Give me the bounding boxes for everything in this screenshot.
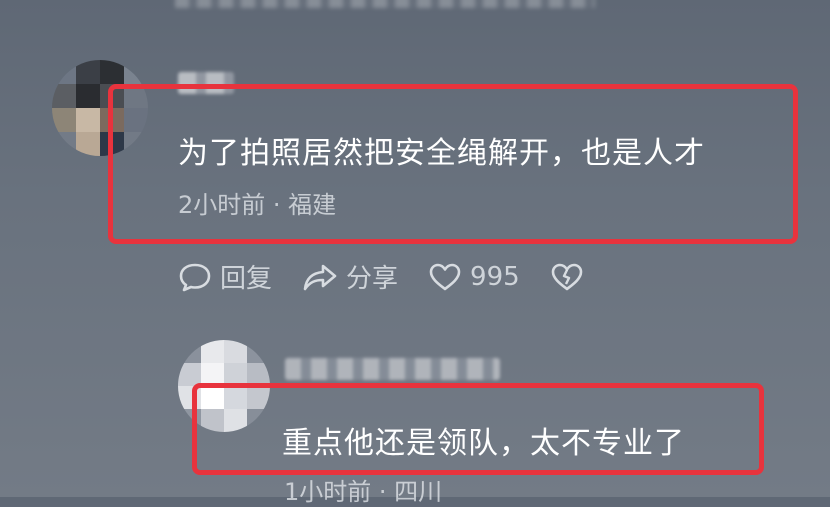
share-button[interactable]: 分享 <box>302 258 398 295</box>
speech-bubble-icon <box>179 263 211 291</box>
reply-time-location: 1小时前 · 四川 <box>284 478 443 506</box>
reply-button[interactable]: 回复 <box>178 258 272 295</box>
share-label: 分享 <box>346 264 399 294</box>
like-count: 995 <box>470 261 520 292</box>
broken-heart-icon <box>551 263 582 290</box>
like-button[interactable]: 995 <box>428 262 520 292</box>
blurred-previous-content <box>175 0 595 8</box>
share-arrow-icon <box>303 264 337 290</box>
red-highlight-box <box>108 84 798 244</box>
reply-label: 回复 <box>220 264 273 294</box>
comment-actions: 回复 分享 995 <box>178 258 622 295</box>
heart-icon <box>429 263 461 290</box>
blurred-username[interactable] <box>285 358 500 380</box>
dislike-button[interactable] <box>550 262 592 292</box>
red-highlight-box <box>192 383 764 475</box>
